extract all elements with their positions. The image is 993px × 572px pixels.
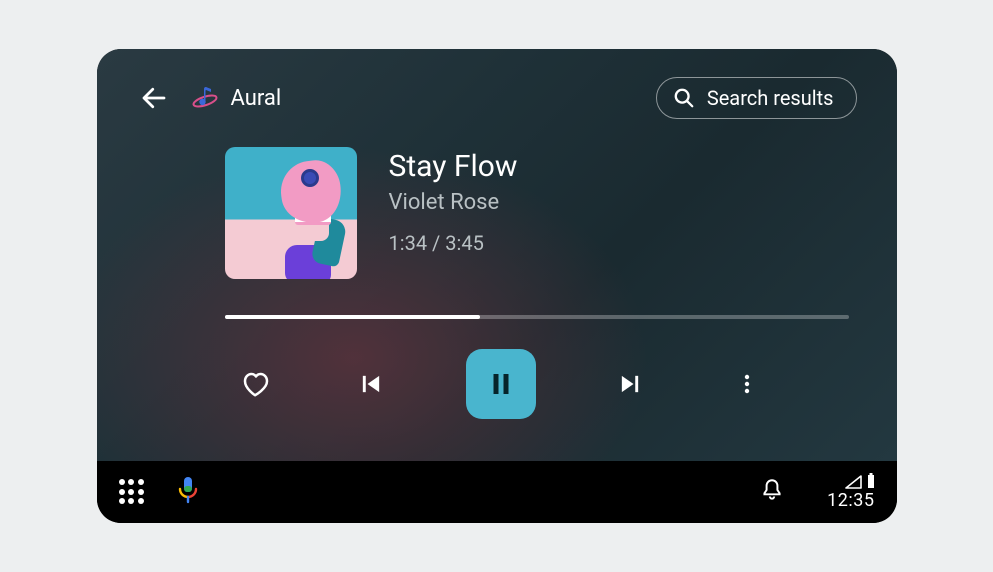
media-player-screen: Aural Search results — [97, 49, 897, 461]
voice-assistant-button[interactable] — [177, 476, 199, 508]
microphone-icon — [177, 476, 199, 504]
more-options-button[interactable] — [725, 362, 769, 406]
arrow-left-icon — [139, 83, 169, 113]
search-results-button[interactable]: Search results — [656, 77, 857, 119]
next-button[interactable] — [608, 362, 652, 406]
pause-button[interactable] — [466, 349, 536, 419]
app-launcher-button[interactable] — [119, 479, 145, 505]
cellular-signal-icon — [845, 475, 862, 489]
app-logo-icon — [191, 84, 219, 112]
app-name: Aural — [231, 86, 282, 111]
progress-bar[interactable] — [225, 315, 849, 319]
track-elapsed: 1:34 — [389, 231, 428, 255]
more-vertical-icon — [735, 372, 759, 396]
clock: 12:35 — [827, 490, 874, 511]
track-time: 1:34 / 3:45 — [389, 231, 518, 255]
favorite-button[interactable] — [233, 362, 277, 406]
skip-previous-icon — [357, 370, 385, 398]
track-duration: 3:45 — [445, 231, 484, 255]
track-artist: Violet Rose — [389, 190, 518, 215]
progress-fill — [225, 315, 481, 319]
battery-icon — [867, 473, 875, 489]
search-icon — [673, 87, 695, 109]
device-frame: Aural Search results — [97, 49, 897, 523]
pause-icon — [486, 369, 516, 399]
back-button[interactable] — [137, 81, 171, 115]
playback-controls — [137, 349, 857, 419]
heart-icon — [240, 369, 270, 399]
skip-next-icon — [616, 370, 644, 398]
album-art — [225, 147, 357, 279]
bell-icon — [759, 477, 785, 503]
status-cluster: 12:35 — [827, 473, 874, 511]
header: Aural Search results — [137, 77, 857, 119]
system-bar: 12:35 — [97, 461, 897, 523]
notifications-button[interactable] — [759, 477, 785, 507]
previous-button[interactable] — [349, 362, 393, 406]
track-title: Stay Flow — [389, 149, 518, 184]
now-playing: Stay Flow Violet Rose 1:34 / 3:45 — [137, 147, 857, 279]
track-info: Stay Flow Violet Rose 1:34 / 3:45 — [389, 147, 518, 279]
search-results-label: Search results — [707, 86, 834, 110]
